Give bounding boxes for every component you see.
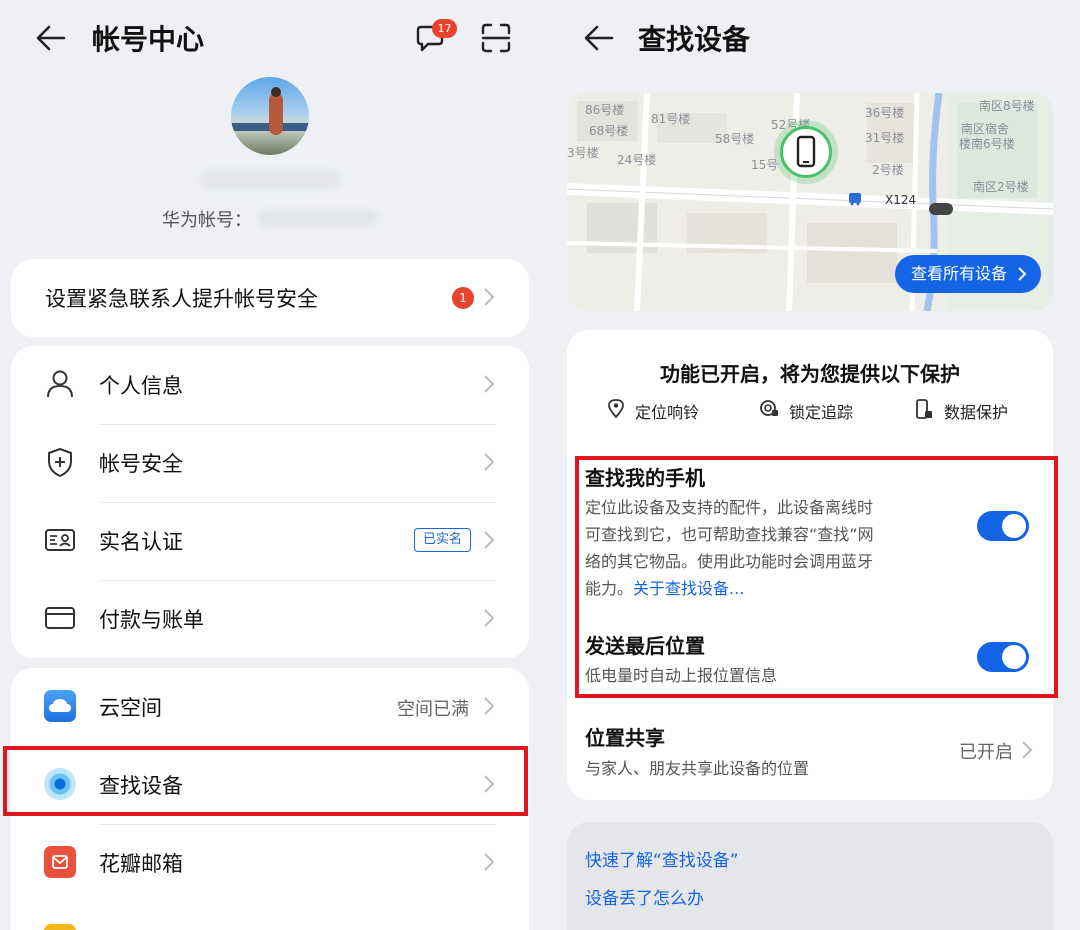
data-protect-icon [916, 399, 932, 419]
help-link-lost-device[interactable]: 设备丢了怎么办 [585, 884, 704, 909]
notification-badge: 1 [452, 287, 474, 309]
menu-item-label: 云空间 [99, 696, 162, 720]
map-label: 南区8号楼 [979, 99, 1035, 113]
shield-plus-icon [48, 448, 72, 477]
location-pin-icon [608, 399, 624, 418]
location-sharing-title: 位置共享 [585, 726, 665, 750]
menu-item-label: 实名认证 [99, 530, 183, 554]
view-all-devices-button[interactable]: 查看所有设备 [895, 255, 1041, 293]
traffic-light-icon [929, 203, 953, 215]
menu-item-payments-billing[interactable]: 付款与账单 [11, 580, 529, 658]
menu-item-label: 帐号安全 [99, 452, 183, 476]
menu-item-account-security[interactable]: 帐号安全 [11, 424, 529, 502]
menu-item-petal-mail[interactable]: 花瓣邮箱 [11, 824, 529, 902]
chevron-right-icon [484, 609, 495, 627]
view-all-devices-label: 查看所有设备 [911, 264, 1008, 283]
protection-heading: 功能已开启，将为您提供以下保护 [660, 362, 960, 386]
device-map[interactable]: 86号楼 81号楼 68号楼 58号楼 52号楼 36号楼 31号楼 3号楼 2… [567, 93, 1053, 311]
mail-app-icon [44, 846, 76, 878]
feature-data-protect: 数据保护 [944, 403, 1009, 422]
verified-tag: 已实名 [414, 528, 472, 552]
account-settings-card: 个人信息 帐号安全 实名认证 已实名 付款与账单 [11, 346, 529, 658]
person-icon [47, 370, 73, 398]
map-label: X124 [885, 193, 917, 207]
map-label: 3号楼 [567, 146, 599, 160]
cloud-app-icon [44, 690, 76, 722]
map-label: 58号楼 [715, 132, 755, 146]
card-icon [45, 607, 75, 629]
map-label: 南区2号楼 [973, 180, 1029, 194]
bus-stop-icon [849, 193, 861, 206]
page-title: 查找设备 [638, 23, 751, 56]
blurred-account-id [258, 210, 378, 226]
find-device-topbar: 查找设备 [540, 0, 1080, 80]
device-location-marker[interactable] [780, 126, 832, 178]
feature-lock-track: 锁定追踪 [789, 403, 854, 422]
menu-item-personal-info[interactable]: 个人信息 [11, 346, 529, 424]
blurred-nickname [200, 170, 340, 188]
menu-item-label: 花瓣邮箱 [99, 852, 183, 876]
phone-icon [796, 135, 816, 168]
chevron-right-icon [484, 375, 495, 393]
back-arrow-icon[interactable] [34, 22, 68, 54]
emergency-contact-card[interactable]: 设置紧急联系人提升帐号安全 1 [11, 259, 529, 337]
chevron-right-icon [484, 853, 495, 871]
account-center-panel: 帐号中心 17 华为帐号： 设置紧急联系人提升帐号安全 1 个人信息 帐号安全 … [0, 0, 540, 930]
map-label: 81号楼 [651, 112, 691, 126]
map-label: 68号楼 [589, 124, 629, 138]
menu-item-label: 个人信息 [99, 374, 183, 398]
scan-icon[interactable] [480, 22, 512, 54]
chevron-right-icon [484, 288, 495, 306]
cloud-status: 空间已满 [397, 699, 469, 720]
chevron-right-icon [484, 453, 495, 471]
map-label: 86号楼 [585, 103, 625, 117]
next-app-icon [44, 924, 76, 930]
page-title: 帐号中心 [92, 23, 205, 56]
find-device-panel: 查找设备 86号楼 81号楼 68号楼 58号楼 52号楼 36号楼 31号楼 [540, 0, 1080, 930]
id-card-icon [45, 529, 75, 551]
help-card: 快速了解“查找设备” 设备丢了怎么办 [567, 822, 1053, 930]
account-id-label: 华为帐号： [162, 210, 252, 231]
highlight-box [3, 746, 528, 816]
chevron-right-icon [484, 531, 495, 549]
feature-locate-ring: 定位响铃 [635, 403, 700, 422]
map-label: 15号 [751, 158, 779, 172]
location-sharing-description: 与家人、朋友共享此设备的位置 [585, 759, 810, 778]
avatar[interactable] [231, 77, 309, 155]
emergency-contact-label: 设置紧急联系人提升帐号安全 [45, 287, 318, 311]
chevron-right-icon [484, 697, 495, 715]
menu-item-label: 付款与账单 [99, 608, 204, 632]
account-center-topbar: 帐号中心 17 [0, 0, 540, 80]
message-count-badge: 17 [432, 19, 457, 38]
back-arrow-icon[interactable] [582, 22, 616, 54]
map-label: 2号楼 [872, 163, 904, 177]
lock-track-icon [760, 400, 778, 416]
help-link-quick-intro[interactable]: 快速了解“查找设备” [585, 846, 739, 871]
chevron-right-icon [1018, 267, 1027, 281]
map-label: 24号楼 [617, 153, 657, 167]
menu-item-cloud[interactable]: 云空间 空间已满 [11, 668, 529, 746]
location-sharing-row[interactable]: 位置共享 与家人、朋友共享此设备的位置 已开启 [567, 718, 1053, 788]
menu-item-real-name-verification[interactable]: 实名认证 已实名 [11, 502, 529, 580]
map-label: 楼南6号楼 [959, 137, 1015, 151]
location-sharing-status: 已开启 [959, 742, 1013, 763]
map-label: 31号楼 [865, 131, 905, 145]
chevron-right-icon [1022, 741, 1033, 759]
map-label: 36号楼 [865, 106, 905, 120]
highlight-box [575, 456, 1058, 698]
